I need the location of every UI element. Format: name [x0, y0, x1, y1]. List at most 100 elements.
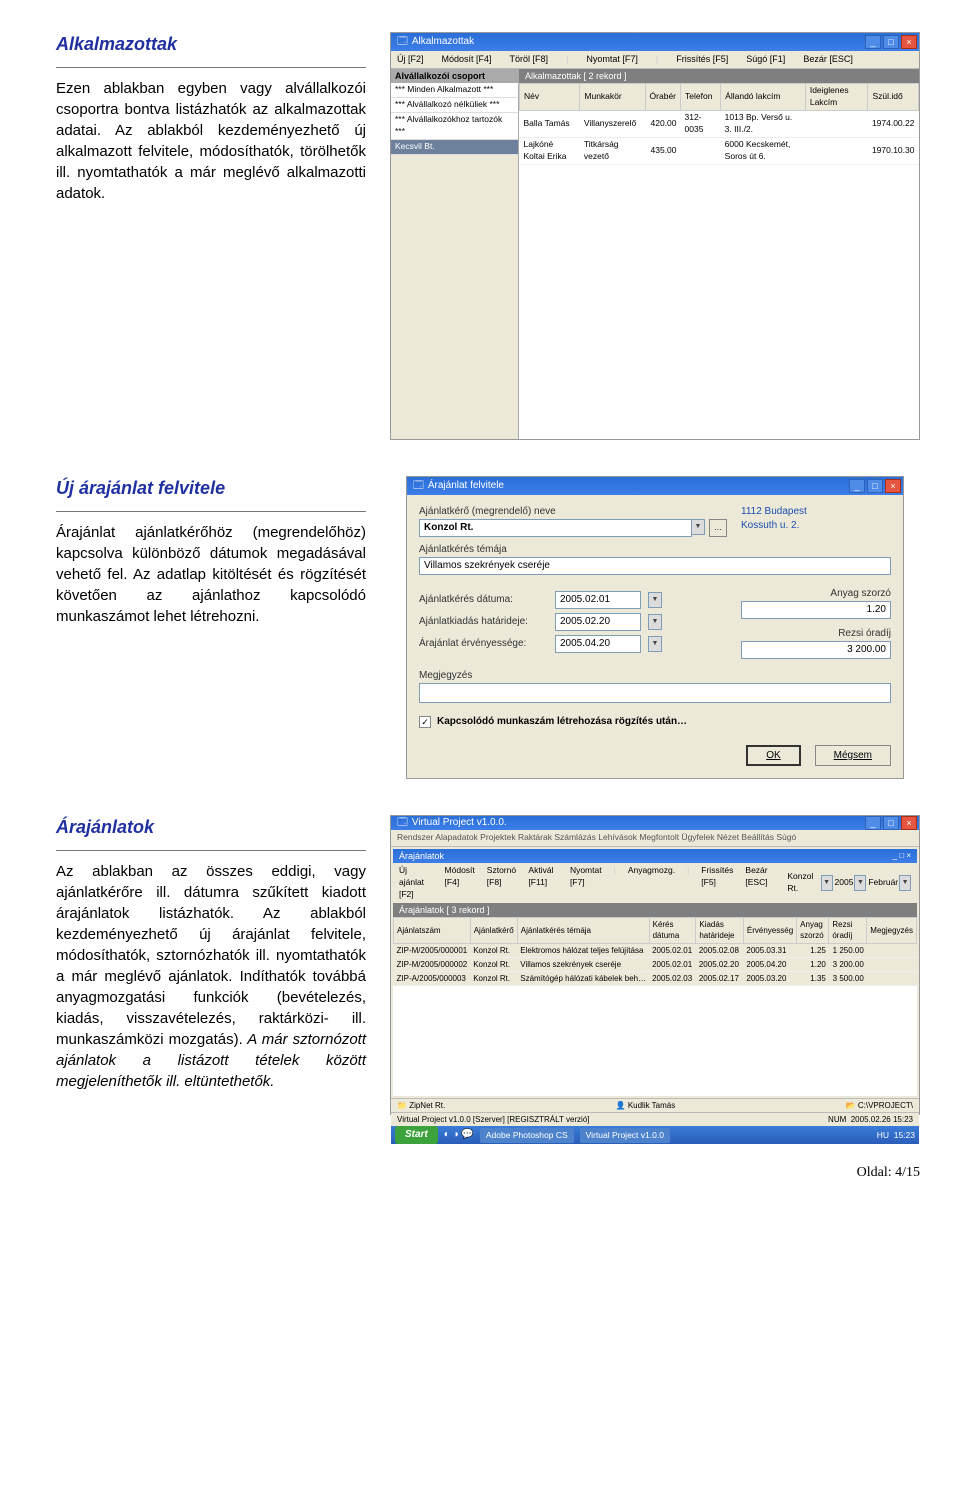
toolbar-item[interactable]: Bezár [ESC]: [803, 53, 853, 66]
toolbar-item[interactable]: Bezár [ESC]: [745, 865, 775, 901]
group-item[interactable]: *** Alvállalkozó nélküliek ***: [391, 98, 518, 113]
table-row[interactable]: Lajkóné Koltai Erika Titkárság vezető 43…: [520, 137, 919, 164]
input-date1[interactable]: 2005.02.01: [555, 591, 641, 609]
col[interactable]: Érvényesség: [743, 918, 796, 943]
col[interactable]: Kérés dátuma: [649, 918, 696, 943]
group-tree: Alvállalkozói csoport *** Minden Alkalma…: [391, 69, 519, 439]
para-arajanlatok: Az ablakban az összes eddigi, vagy ajánl…: [56, 861, 366, 1092]
toolbar-item[interactable]: Új [F2]: [397, 53, 424, 66]
cell: 2005.04.20: [743, 957, 796, 971]
addr-line2: Kossuth u. 2.: [741, 519, 891, 533]
chevron-down-icon[interactable]: [821, 875, 833, 891]
col-role[interactable]: Munkakör: [580, 84, 645, 111]
toolbar-item[interactable]: Aktivál [F11]: [528, 865, 558, 901]
app-icon: 🗔: [397, 816, 408, 830]
lbl-date2: Ajánlatkiadás határideje:: [419, 615, 547, 629]
checkbox-create-worknumber[interactable]: ✓: [419, 716, 431, 728]
toolbar-item[interactable]: Nyomtat [F7]: [586, 53, 638, 66]
col-addr[interactable]: Állandó lakcím: [721, 84, 806, 111]
browse-button[interactable]: …: [709, 519, 727, 537]
col-phone[interactable]: Telefon: [681, 84, 721, 111]
cell: Villanyszerelő: [580, 110, 645, 137]
combo-requester[interactable]: Konzol Rt.: [419, 519, 692, 537]
toolbar-item[interactable]: Módosít [F4]: [445, 865, 475, 901]
input-date3[interactable]: 2005.04.20: [555, 635, 641, 653]
input-rate[interactable]: 3 200.00: [741, 641, 891, 659]
chevron-down-icon[interactable]: [648, 614, 662, 630]
menubar[interactable]: Rendszer Alapadatok Projektek Raktárak S…: [391, 830, 919, 847]
col-name[interactable]: Név: [520, 84, 580, 111]
col-rate[interactable]: Órabér: [645, 84, 680, 111]
cell: 1.35: [797, 971, 829, 985]
input-note[interactable]: [419, 683, 891, 703]
col[interactable]: Anyag szorzó: [797, 918, 829, 943]
minimize-button[interactable]: _: [849, 479, 865, 493]
taskbar-item[interactable]: Adobe Photoshop CS: [480, 1128, 574, 1144]
toolbar-item[interactable]: Sztornó [F8]: [487, 865, 517, 901]
input-date2[interactable]: 2005.02.20: [555, 613, 641, 631]
close-button[interactable]: ×: [901, 816, 917, 830]
ok-button[interactable]: OK: [746, 745, 800, 766]
lbl-subject: Ajánlatkérés témája: [419, 543, 891, 557]
inner-titlebar: Árajánlatok _ □ ×: [393, 849, 917, 863]
table-row[interactable]: ZIP-M/2005/000002Konzol Rt.Villamos szek…: [394, 957, 917, 971]
col[interactable]: Megjegyzés: [867, 918, 917, 943]
cell: 3 200.00: [829, 957, 867, 971]
table-row[interactable]: ZIP-M/2005/000001Konzol Rt.Elektromos há…: [394, 943, 917, 957]
col[interactable]: Ajánlatkérő: [470, 918, 517, 943]
toolbar-item[interactable]: Anyagmozg.: [628, 865, 675, 901]
heading-uj-arajanlat: Új árajánlat felvitele: [56, 476, 366, 501]
toolbar: Új ajánlat [F2] Módosít [F4] Sztornó [F8…: [393, 863, 917, 903]
filter-client[interactable]: Konzol Rt.: [787, 871, 819, 895]
screenshot-alkalmazottak: 🗔 Alkalmazottak _ □ × Új [F2] Módosít [F…: [390, 32, 920, 440]
col[interactable]: Kiadás határideje: [696, 918, 744, 943]
chevron-down-icon[interactable]: [648, 592, 662, 608]
input-subject[interactable]: Villamos szekrények cseréje: [419, 557, 891, 575]
minimize-button[interactable]: _: [865, 35, 881, 49]
lbl-date1: Ajánlatkérés dátuma:: [419, 593, 547, 607]
maximize-button[interactable]: □: [883, 35, 899, 49]
cancel-button[interactable]: Mégsem: [815, 745, 891, 766]
taskbar-item[interactable]: Virtual Project v1.0.0: [580, 1128, 670, 1144]
input-mult[interactable]: 1.20: [741, 601, 891, 619]
lbl-checkbox: Kapcsolódó munkaszám létrehozása rögzíté…: [437, 715, 687, 729]
cell: 420.00: [645, 110, 680, 137]
rule: [56, 511, 366, 512]
table-row[interactable]: ZIP-A/2005/000003Konzol Rt.Számítógép há…: [394, 971, 917, 985]
chevron-down-icon[interactable]: [691, 519, 705, 535]
group-item[interactable]: *** Minden Alkalmazott ***: [391, 83, 518, 98]
maximize-button[interactable]: □: [883, 816, 899, 830]
filter-month[interactable]: Február: [868, 877, 898, 889]
taskbar: Start ◐ ◑ 💬 Adobe Photoshop CS Virtual P…: [391, 1126, 919, 1144]
toolbar-item[interactable]: Frissítés [F5]: [701, 865, 733, 901]
col-addr2[interactable]: Ideiglenes Lakcím: [805, 84, 868, 111]
toolbar-item[interactable]: Módosít [F4]: [442, 53, 492, 66]
maximize-button[interactable]: □: [867, 479, 883, 493]
toolbar-item[interactable]: Súgó [F1]: [746, 53, 785, 66]
table-row[interactable]: Balla Tamás Villanyszerelő 420.00 312-00…: [520, 110, 919, 137]
col[interactable]: Rezsi óradíj: [829, 918, 867, 943]
col-dob[interactable]: Szül.idő: [868, 84, 919, 111]
cell: 312-0035: [681, 110, 721, 137]
lbl-date3: Árajánlat érvényessége:: [419, 637, 547, 651]
minimize-button[interactable]: _: [865, 816, 881, 830]
toolbar-item[interactable]: Frissítés [F5]: [676, 53, 728, 66]
col[interactable]: Ajánlatkérés témája: [517, 918, 649, 943]
col[interactable]: Ajánlatszám: [394, 918, 471, 943]
chevron-down-icon[interactable]: [854, 875, 866, 891]
chevron-down-icon[interactable]: [899, 875, 911, 891]
toolbar-item[interactable]: Töröl [F8]: [510, 53, 549, 66]
screenshot-arajanlatok: 🗔 Virtual Project v1.0.0. _ □ × Rendszer…: [390, 815, 920, 1115]
chevron-down-icon[interactable]: [648, 636, 662, 652]
toolbar-item[interactable]: Nyomtat [F7]: [570, 865, 602, 901]
group-item-selected[interactable]: Kecsvil Bt.: [391, 140, 518, 155]
close-button[interactable]: ×: [901, 35, 917, 49]
toolbar-item[interactable]: Új ajánlat [F2]: [399, 865, 433, 901]
tray-lang[interactable]: HU: [877, 1130, 889, 1140]
cell: 1.25: [797, 943, 829, 957]
list-header: Árajánlatok [ 3 rekord ]: [393, 903, 917, 918]
filter-year[interactable]: 2005: [835, 877, 854, 889]
group-item[interactable]: *** Alvállalkozókhoz tartozók ***: [391, 113, 518, 140]
start-button[interactable]: Start: [395, 1126, 438, 1144]
close-button[interactable]: ×: [885, 479, 901, 493]
